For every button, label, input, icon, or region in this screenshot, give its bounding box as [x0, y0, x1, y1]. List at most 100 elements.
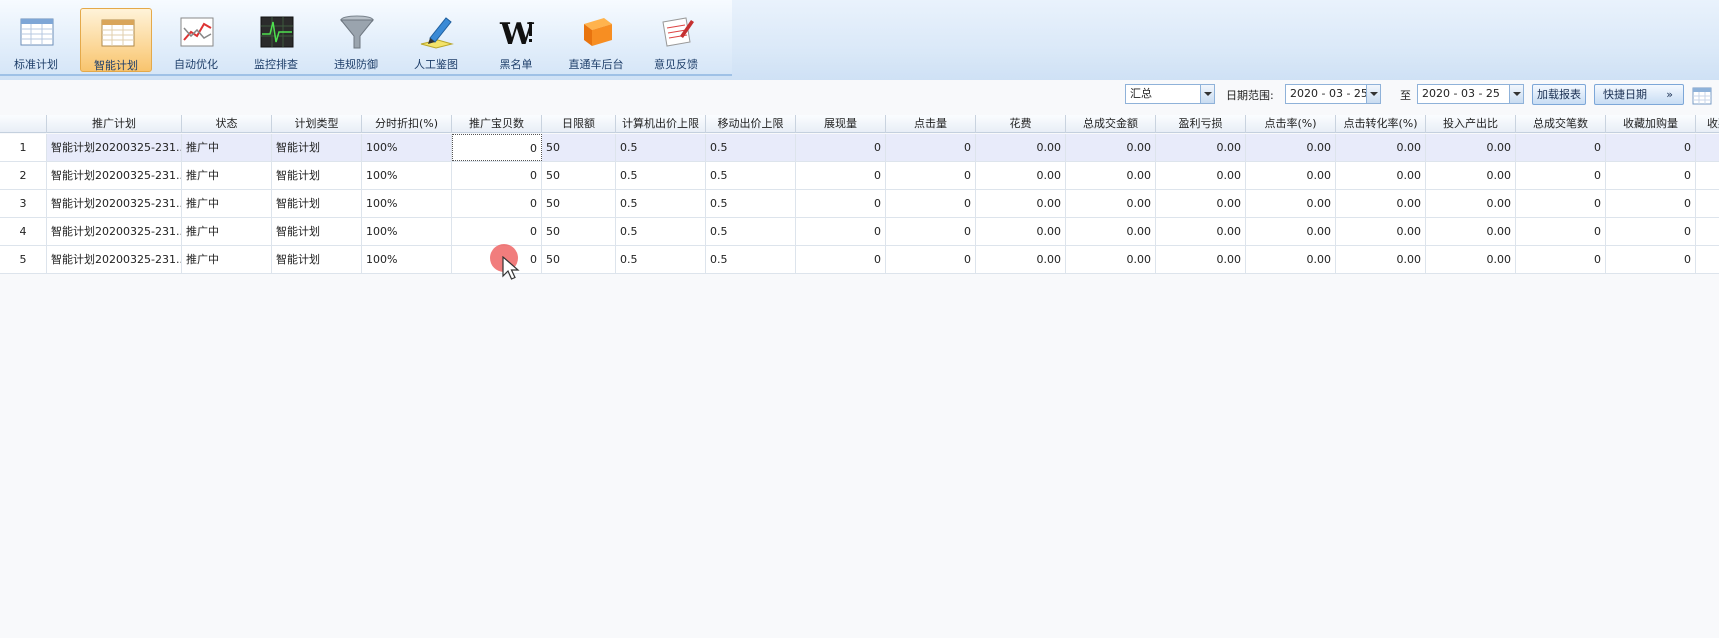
- table-cell[interactable]: 50: [542, 246, 616, 273]
- table-cell[interactable]: [1696, 190, 1719, 217]
- table-cell[interactable]: 推广中: [182, 190, 272, 217]
- table-cell[interactable]: 0: [1516, 134, 1606, 161]
- table-row[interactable]: 3 智能计划20200325-231... 推广中 智能计划 100% 0 50 0.5 0.5…: [0, 190, 1719, 218]
- chevron-down-icon[interactable]: [1200, 85, 1214, 103]
- table-cell[interactable]: 0.00: [1426, 246, 1516, 273]
- table-cell[interactable]: 0.00: [1156, 218, 1246, 245]
- table-cell[interactable]: 推广中: [182, 246, 272, 273]
- table-cell[interactable]: 0.00: [1156, 246, 1246, 273]
- table-row[interactable]: 2 智能计划20200325-231... 推广中 智能计划 100% 0 50 0.5 0.5…: [0, 162, 1719, 190]
- column-header[interactable]: 花费: [976, 115, 1066, 133]
- table-cell[interactable]: 0: [886, 190, 976, 217]
- table-cell[interactable]: 0.5: [706, 218, 796, 245]
- table-cell[interactable]: 智能计划20200325-231...: [47, 162, 182, 189]
- table-cell[interactable]: 0: [452, 190, 542, 217]
- table-cell[interactable]: 0.00: [1426, 190, 1516, 217]
- table-cell[interactable]: 0.00: [1246, 190, 1336, 217]
- table-cell[interactable]: 0: [796, 190, 886, 217]
- table-cell[interactable]: 推广中: [182, 162, 272, 189]
- toolbar-button-standard-plan[interactable]: 标准计划: [0, 8, 72, 72]
- table-cell[interactable]: 0.00: [1066, 218, 1156, 245]
- table-cell[interactable]: 0: [452, 162, 542, 189]
- table-cell[interactable]: 0.00: [1066, 246, 1156, 273]
- table-cell[interactable]: 100%: [362, 246, 452, 273]
- table-cell[interactable]: 0.5: [706, 246, 796, 273]
- table-cell[interactable]: 推广中: [182, 218, 272, 245]
- column-header[interactable]: 移动出价上限: [706, 115, 796, 133]
- table-cell[interactable]: 智能计划: [272, 134, 362, 161]
- table-cell[interactable]: 0: [1606, 218, 1696, 245]
- table-cell[interactable]: 智能计划: [272, 190, 362, 217]
- table-cell[interactable]: 智能计划: [272, 162, 362, 189]
- column-header[interactable]: 投入产出比: [1426, 115, 1516, 133]
- quick-date-button[interactable]: 快捷日期 »: [1594, 84, 1684, 105]
- table-cell[interactable]: 0.00: [976, 162, 1066, 189]
- table-cell[interactable]: 0.00: [1336, 134, 1426, 161]
- table-row[interactable]: 1 智能计划20200325-231... 推广中 智能计划 100% 0 50 0.5 0.5…: [0, 134, 1719, 162]
- table-cell[interactable]: 0.00: [1246, 246, 1336, 273]
- table-cell[interactable]: 0: [886, 162, 976, 189]
- table-cell[interactable]: 智能计划: [272, 246, 362, 273]
- table-cell[interactable]: 0.00: [1156, 162, 1246, 189]
- table-cell[interactable]: 0.00: [1336, 218, 1426, 245]
- summary-select[interactable]: 汇总: [1125, 84, 1215, 104]
- column-header[interactable]: 日限额: [542, 115, 616, 133]
- column-header[interactable]: 状态: [182, 115, 272, 133]
- column-header[interactable]: 盈利亏损: [1156, 115, 1246, 133]
- table-cell[interactable]: 0.5: [706, 190, 796, 217]
- table-cell[interactable]: 0.5: [616, 246, 706, 273]
- table-cell[interactable]: 0.00: [976, 246, 1066, 273]
- table-cell[interactable]: 0.5: [616, 162, 706, 189]
- toolbar-button-feedback[interactable]: 意见反馈: [640, 8, 712, 72]
- table-cell[interactable]: 0: [796, 246, 886, 273]
- table-cell[interactable]: 0.5: [706, 134, 796, 161]
- chevron-down-icon[interactable]: [1509, 85, 1523, 103]
- column-header[interactable]: 推广计划: [47, 115, 182, 133]
- table-cell[interactable]: 0.00: [1426, 218, 1516, 245]
- chevron-down-icon[interactable]: [1366, 85, 1380, 103]
- column-header[interactable]: 计算机出价上限: [616, 115, 706, 133]
- table-cell[interactable]: 0.00: [976, 134, 1066, 161]
- toolbar-button-violation-defense[interactable]: 违规防御: [320, 8, 392, 72]
- table-cell[interactable]: 0.00: [1246, 134, 1336, 161]
- table-cell[interactable]: 100%: [362, 162, 452, 189]
- column-header[interactable]: 收藏加购量: [1606, 115, 1696, 133]
- load-report-button[interactable]: 加载报表: [1532, 84, 1586, 105]
- table-cell[interactable]: 0.00: [1246, 218, 1336, 245]
- table-cell[interactable]: 0.5: [616, 134, 706, 161]
- table-cell[interactable]: 0: [1516, 246, 1606, 273]
- table-cell[interactable]: 0: [1516, 162, 1606, 189]
- table-cell[interactable]: 0.5: [706, 162, 796, 189]
- table-cell[interactable]: 0.00: [1336, 162, 1426, 189]
- table-cell[interactable]: 0.00: [976, 190, 1066, 217]
- column-header[interactable]: 分时折扣(%): [362, 115, 452, 133]
- end-date-picker[interactable]: 2020 - 03 - 25: [1417, 84, 1524, 104]
- column-header[interactable]: 推广宝贝数: [452, 115, 542, 133]
- table-cell[interactable]: 50: [542, 218, 616, 245]
- toolbar-button-blacklist[interactable]: W 黑名单: [480, 8, 552, 72]
- column-header[interactable]: 收藏加: [1696, 115, 1719, 133]
- table-cell[interactable]: 0: [1606, 190, 1696, 217]
- calendar-icon[interactable]: [1692, 86, 1712, 106]
- table-cell[interactable]: 0: [886, 218, 976, 245]
- table-cell[interactable]: 0.00: [1066, 134, 1156, 161]
- table-row[interactable]: 5 智能计划20200325-231... 推广中 智能计划 100% 0 50 0.5 0.5…: [0, 246, 1719, 274]
- column-header[interactable]: 总成交笔数: [1516, 115, 1606, 133]
- table-cell[interactable]: 0: [796, 218, 886, 245]
- table-cell[interactable]: 0: [796, 134, 886, 161]
- table-cell[interactable]: [1696, 218, 1719, 245]
- table-cell[interactable]: [1696, 246, 1719, 273]
- toolbar-button-auto-optimize[interactable]: 自动优化: [160, 8, 232, 72]
- table-cell[interactable]: 0: [1516, 218, 1606, 245]
- table-cell[interactable]: 100%: [362, 190, 452, 217]
- table-cell[interactable]: 0: [1606, 162, 1696, 189]
- table-cell[interactable]: 0.00: [1426, 162, 1516, 189]
- row-index-cell[interactable]: 1: [0, 134, 47, 161]
- table-cell[interactable]: 0.00: [1066, 162, 1156, 189]
- column-header[interactable]: 总成交金额: [1066, 115, 1156, 133]
- table-cell[interactable]: 0.00: [1336, 190, 1426, 217]
- table-cell[interactable]: 50: [542, 134, 616, 161]
- toolbar-button-smart-plan[interactable]: 智能计划: [80, 8, 152, 72]
- table-cell[interactable]: 0: [1606, 134, 1696, 161]
- toolbar-button-manual-review[interactable]: 人工鉴图: [400, 8, 472, 72]
